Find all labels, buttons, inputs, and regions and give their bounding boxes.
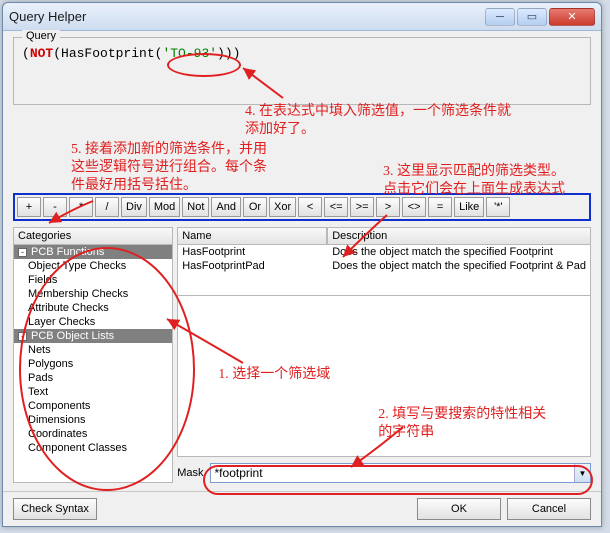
operator-toolbar: +-*/DivModNotAndOrXor<<=>=><>=Like'*' (13, 193, 591, 221)
mask-row: Mask ▼ (177, 463, 591, 483)
categories-header: Categories (13, 227, 173, 244)
check-syntax-button[interactable]: Check Syntax (13, 498, 97, 520)
tree-item[interactable]: Membership Checks (14, 287, 172, 301)
tree-item[interactable]: Coordinates (14, 427, 172, 441)
name-desc-list[interactable]: HasFootprintDoes the object match the sp… (177, 244, 591, 296)
function-desc: Does the object match the specified Foot… (332, 246, 586, 258)
operator-button-[interactable]: * (69, 197, 93, 217)
annotation-4: 4. 在表达式中填入筛选值，一个筛选条件就 添加好了。 (245, 103, 511, 139)
cancel-button[interactable]: Cancel (507, 498, 591, 520)
window-title: Query Helper (9, 9, 86, 24)
function-desc: Does the object match the specified Foot… (332, 260, 586, 272)
right-column: Name Description HasFootprintDoes the ob… (177, 227, 591, 483)
ok-button[interactable]: OK (417, 498, 501, 520)
annotation-2: 2. 填写与要搜索的特性相关 的字符串 (378, 406, 546, 442)
operator-button-[interactable]: <= (324, 197, 348, 217)
operator-button-like[interactable]: Like (454, 197, 484, 217)
operator-button-[interactable]: >= (350, 197, 374, 217)
operator-button-[interactable]: / (95, 197, 119, 217)
maximize-button[interactable]: ▭ (517, 8, 547, 26)
query-group: Query (NOT(HasFootprint('TO-93'))) (13, 37, 591, 105)
operator-button-[interactable]: > (376, 197, 400, 217)
tree-item[interactable]: Attribute Checks (14, 301, 172, 315)
operator-button-[interactable]: - (43, 197, 67, 217)
keyword-not: NOT (30, 46, 53, 61)
blank-panel: 1. 选择一个筛选域 2. 填写与要搜索的特性相关 的字符串 (177, 296, 591, 457)
mask-dropdown-button[interactable]: ▼ (574, 464, 590, 482)
tree-item[interactable]: Components (14, 399, 172, 413)
titlebar[interactable]: Query Helper ─ ▭ ✕ (3, 3, 601, 31)
string-literal: 'TO-93' (162, 46, 217, 61)
footer: Check Syntax OK Cancel (3, 491, 601, 526)
query-expression[interactable]: (NOT(HasFootprint('TO-93'))) (22, 46, 582, 94)
operator-button-div[interactable]: Div (121, 197, 147, 217)
categories-column: Categories -PCB FunctionsObject Type Che… (13, 227, 173, 483)
collapse-icon[interactable]: - (18, 248, 27, 257)
description-header[interactable]: Description (327, 227, 591, 244)
tree-item[interactable]: Object Type Checks (14, 259, 172, 273)
name-header[interactable]: Name (177, 227, 327, 244)
close-button[interactable]: ✕ (549, 8, 595, 26)
operator-button-[interactable]: + (17, 197, 41, 217)
operator-button-and[interactable]: And (211, 197, 241, 217)
mask-combo[interactable]: ▼ (210, 463, 591, 483)
tree-item[interactable]: Polygons (14, 357, 172, 371)
window: Query Helper ─ ▭ ✕ Query (NOT(HasFootpri… (2, 2, 602, 527)
operator-button-[interactable]: <> (402, 197, 426, 217)
annotation-1: 1. 选择一个筛选域 (218, 366, 330, 384)
mask-label: Mask (177, 467, 203, 479)
operator-button-[interactable]: = (428, 197, 452, 217)
operator-button-or[interactable]: Or (243, 197, 267, 217)
body: Query (NOT(HasFootprint('TO-93'))) 4. 在表… (3, 31, 601, 491)
function-row[interactable]: HasFootprintPadDoes the object match the… (178, 259, 590, 273)
operator-button-[interactable]: '*' (486, 197, 510, 217)
function-row[interactable]: HasFootprintDoes the object match the sp… (178, 245, 590, 259)
categories-tree[interactable]: -PCB FunctionsObject Type ChecksFieldsMe… (13, 244, 173, 483)
tree-item[interactable]: Nets (14, 343, 172, 357)
operator-button-not[interactable]: Not (182, 197, 209, 217)
tree-group-pcb-functions[interactable]: -PCB Functions (14, 245, 172, 259)
minimize-button[interactable]: ─ (485, 8, 515, 26)
collapse-icon[interactable]: - (18, 332, 27, 341)
annotation-5: 5. 接着添加新的筛选条件，并用 这些逻辑符号进行组合。每个条 件最好用括号括住… (71, 141, 267, 196)
tree-item[interactable]: Pads (14, 371, 172, 385)
operator-button-[interactable]: < (298, 197, 322, 217)
mid-area: Categories -PCB FunctionsObject Type Che… (13, 227, 591, 483)
window-controls: ─ ▭ ✕ (485, 8, 595, 26)
tree-item[interactable]: Dimensions (14, 413, 172, 427)
query-group-label: Query (22, 30, 60, 42)
tree-item[interactable]: Text (14, 385, 172, 399)
tree-item[interactable]: Fields (14, 273, 172, 287)
function-name: HasFootprintPad (182, 260, 332, 272)
function-name: HasFootprint (182, 246, 332, 258)
tree-item[interactable]: Layer Checks (14, 315, 172, 329)
mask-input[interactable] (211, 464, 574, 482)
tree-item[interactable]: Component Classes (14, 441, 172, 455)
operator-button-mod[interactable]: Mod (149, 197, 180, 217)
operator-button-xor[interactable]: Xor (269, 197, 296, 217)
tree-group-pcb-object-lists[interactable]: -PCB Object Lists (14, 329, 172, 343)
